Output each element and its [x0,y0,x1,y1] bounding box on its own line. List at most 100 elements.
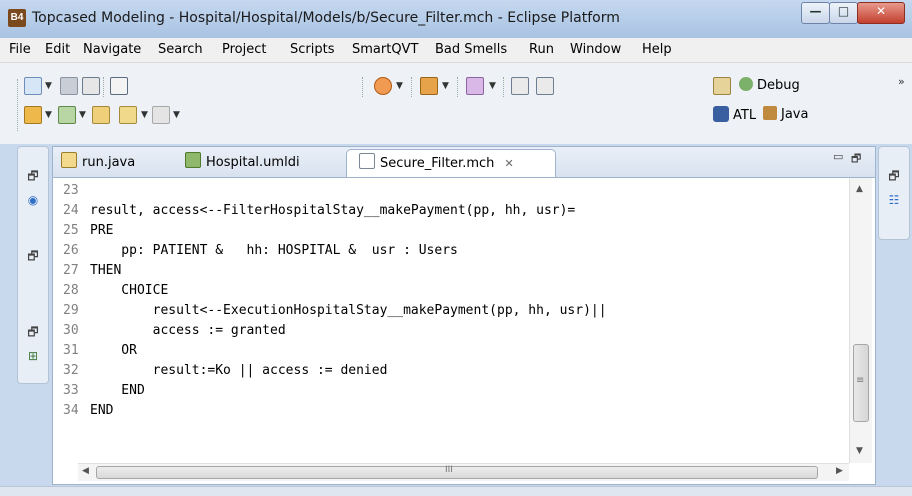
line-number: 26 [63,243,79,258]
code-line: 31 OR [63,341,137,360]
menu-help[interactable]: Help [642,42,672,57]
forward-icon[interactable] [152,106,170,124]
text-file-icon [359,153,375,169]
atl-perspective-label: ATL [733,108,757,123]
line-number: 33 [63,383,79,398]
scroll-left-icon[interactable]: ◀ [82,466,89,476]
line-number: 24 [63,203,79,218]
menu-smartqvt[interactable]: SmartQVT [352,42,418,57]
outline-view-icon[interactable]: ◉ [18,193,48,207]
restore-view-icon[interactable]: 🗗 [18,247,48,268]
last-edit-icon[interactable] [92,106,110,124]
run-config-icon[interactable] [420,77,438,95]
open-perspective-icon[interactable] [713,77,731,95]
toolbar-grip [17,79,19,131]
show-whitespace-icon[interactable] [536,77,554,95]
code-text-area[interactable]: 23 24 result, access<--FilterHospitalStay… [63,181,849,457]
save-icon[interactable] [60,77,78,95]
tab-label: run.java [82,155,136,170]
forward-dropdown-icon[interactable]: ▼ [173,110,180,120]
back-dropdown-icon[interactable]: ▼ [141,110,148,120]
toolbar-separator [411,77,413,97]
binary-icon[interactable] [110,77,128,95]
line-number: 34 [63,403,79,418]
minimize-editor-icon[interactable]: ▭ [833,150,843,163]
run-config-dropdown-icon[interactable]: ▼ [442,81,449,91]
java-perspective[interactable]: Java [763,106,808,122]
line-number: 27 [63,263,79,278]
menu-navigate[interactable]: Navigate [83,42,141,57]
right-trim-stack: 🗗 ☷ [878,146,910,240]
title-bar: B4 Topcased Modeling - Hospital/Hospital… [0,0,912,38]
vertical-scroll-thumb[interactable]: ≡ [853,344,869,422]
close-icon: ✕ [875,4,887,18]
block-selection-icon[interactable] [511,77,529,95]
menu-edit[interactable]: Edit [45,42,70,57]
tab-secure-filter-mch[interactable]: Secure_Filter.mch ✕ [346,149,556,177]
menu-file[interactable]: File [9,42,31,57]
outline-icon[interactable]: ☷ [879,193,909,207]
menu-scripts[interactable]: Scripts [290,42,334,57]
tab-run-java[interactable]: run.java [61,149,135,177]
maximize-editor-icon[interactable]: 🗗 [851,150,861,169]
window-title: Topcased Modeling - Hospital/Hospital/Mo… [32,10,620,26]
search-icon[interactable] [374,77,392,95]
java-icon [763,106,777,120]
minimize-button[interactable]: — [801,2,830,24]
maximize-button[interactable]: □ [829,2,858,24]
menu-search[interactable]: Search [158,42,203,57]
restore-view-icon[interactable]: 🗗 [879,167,909,188]
app-icon: B4 [8,9,26,27]
scroll-up-icon[interactable]: ▲ [856,184,863,194]
import-icon[interactable] [24,106,42,124]
bug-icon [739,77,753,91]
code-line: 23 [63,181,90,200]
line-number: 32 [63,363,79,378]
line-number: 31 [63,343,79,358]
new-dropdown-icon[interactable]: ▼ [45,81,52,91]
back-icon[interactable] [119,106,137,124]
horizontal-scroll-thumb[interactable]: III [96,465,818,479]
tab-label: Hospital.umldi [206,155,300,170]
toolbar-separator [362,77,364,97]
restore-view-icon[interactable]: 🗗 [18,167,48,188]
next-annotation-dropdown-icon[interactable]: ▼ [79,110,86,120]
menu-run[interactable]: Run [529,42,554,57]
menu-bad-smells[interactable]: Bad Smells [435,42,507,57]
java-file-icon [61,152,77,168]
hierarchy-view-icon[interactable]: ⊞ [18,349,48,363]
search-dropdown-icon[interactable]: ▼ [396,81,403,91]
tab-hospital-umldi[interactable]: Hospital.umldi [185,149,300,177]
debug-perspective[interactable]: Debug [739,77,800,93]
code-line: 34 END [63,401,113,420]
code-line-text: END [90,403,114,418]
code-line-text: END [90,383,145,398]
toolbar-separator [457,77,459,97]
scroll-right-icon[interactable]: ▶ [836,466,843,476]
pen-dropdown-icon[interactable]: ▼ [489,81,496,91]
pen-icon[interactable] [466,77,484,95]
horizontal-scrollbar[interactable]: ◀ III ▶ [78,463,849,481]
left-trim-stack: 🗗 ◉ 🗗 🗗 ⊞ [17,146,49,384]
editor-area: run.java Hospital.umldi Secure_Filter.mc… [52,146,876,485]
line-number: 23 [63,183,79,198]
vertical-scrollbar[interactable]: ▲ ≡ ▼ [849,178,872,463]
tab-close-icon[interactable]: ✕ [505,157,514,170]
code-line: 25 PRE [63,221,113,240]
next-annotation-icon[interactable] [58,106,76,124]
scroll-down-icon[interactable]: ▼ [856,446,863,456]
code-line-text: pp: PATIENT & hh: HOSPITAL & usr : Users [90,243,458,258]
restore-view-icon[interactable]: 🗗 [18,323,48,344]
tab-label: Secure_Filter.mch [380,156,495,171]
print-icon[interactable] [82,77,100,95]
close-button[interactable]: ✕ [857,2,905,24]
atl-perspective[interactable]: ATL [713,106,756,123]
code-line-text: OR [90,343,137,358]
toolbar-overflow-button[interactable]: » [898,75,905,88]
import-dropdown-icon[interactable]: ▼ [45,110,52,120]
code-line-text: PRE [90,223,114,238]
menu-project[interactable]: Project [222,42,266,57]
menu-window[interactable]: Window [570,42,621,57]
debug-perspective-label: Debug [757,78,800,93]
new-file-icon[interactable] [24,77,42,95]
